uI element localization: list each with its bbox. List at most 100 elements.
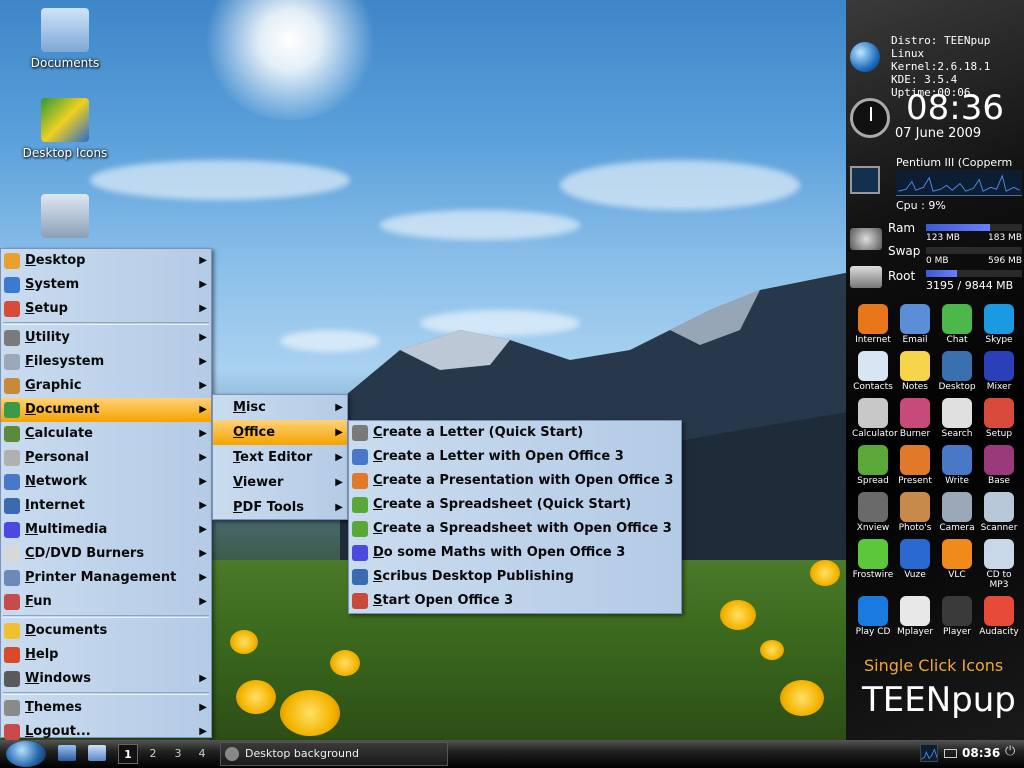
write-icon [942,445,972,475]
desktop-icon-documents[interactable]: Documents [10,8,120,70]
app-launcher-scanner[interactable]: Scanner [978,492,1020,533]
menu-item-internet[interactable]: Internet ▶ [1,494,211,518]
menu-item-calculate[interactable]: Calculate ▶ [1,422,211,446]
desktop-icon [942,351,972,381]
office-item-create-a-letter-with-open-office-3[interactable]: Create a Letter with Open Office 3 [349,445,681,469]
menu-item-setup[interactable]: Setup ▶ [1,297,211,321]
app-launcher-spread[interactable]: Spread [852,445,894,486]
app-launcher-base[interactable]: Base [978,445,1020,486]
submenu-arrow-icon: ▶ [199,524,207,535]
office-item-start-open-office-3[interactable]: Start Open Office 3 [349,589,681,613]
desktop-icon-settings[interactable] [10,194,120,242]
submenu-item-viewer[interactable]: Viewer ▶ [213,470,347,495]
app-launcher-vuze[interactable]: Vuze [894,539,936,590]
taskbar-clock[interactable]: 08:36 [962,746,1000,760]
app-launcher-vlc[interactable]: VLC [936,539,978,590]
app-launcher-desktop[interactable]: Desktop [936,351,978,392]
desktop-icon-desktop-icons[interactable]: Desktop Icons [10,98,120,160]
app-label: Email [902,335,928,345]
menu-item-help[interactable]: Help [1,643,211,667]
app-launcher-write[interactable]: Write [936,445,978,486]
app-launcher-calculator[interactable]: Calculator [852,398,898,439]
desktop-switch-2[interactable]: 2 [143,744,163,764]
menu-item-hotkey: F [25,594,34,609]
file-manager-icon[interactable] [88,745,106,761]
menu-item-personal[interactable]: Personal ▶ [1,446,211,470]
app-label: Camera [939,523,975,533]
wallpaper-flower [720,600,756,630]
desktop-switch-1[interactable]: 1 [118,744,138,764]
app-launcher-contacts[interactable]: Contacts [852,351,894,392]
menu-item-network[interactable]: Network ▶ [1,470,211,494]
app-launcher-audacity[interactable]: Audacity [978,596,1020,637]
submenu-item-misc[interactable]: Misc ▶ [213,395,347,420]
k-menu: Desktop ▶ System ▶ Setup ▶ Utility ▶ Filesystem ▶… [0,248,212,740]
app-launcher-photo-s[interactable]: Photo's [894,492,936,533]
app-launcher-email[interactable]: Email [894,304,936,345]
office-item-scribus-desktop-publishing[interactable]: Scribus Desktop Publishing [349,565,681,589]
app-launcher-notes[interactable]: Notes [894,351,936,392]
windows-icon [4,671,20,687]
app-label: Spread [857,476,889,486]
app-launcher-chat[interactable]: Chat [936,304,978,345]
k-menu-button[interactable] [6,741,46,767]
menu-item-documents[interactable]: Documents [1,619,211,643]
menu-item-system[interactable]: System ▶ [1,273,211,297]
mplayer-icon [900,596,930,626]
menu-item-hotkey: C [373,425,383,440]
submenu-arrow-icon: ▶ [199,572,207,583]
app-launcher-frostwire[interactable]: Frostwire [852,539,894,590]
menu-item-cd-dvd-burners[interactable]: CD/DVD Burners ▶ [1,542,211,566]
office-item-create-a-spreadsheet-quick-start[interactable]: Create a Spreadsheet (Quick Start) [349,493,681,517]
menu-item-printer-management[interactable]: Printer Management ▶ [1,566,211,590]
app-launcher-xnview[interactable]: Xnview [852,492,894,533]
menu-item-document[interactable]: Document ▶ [1,398,211,422]
office-item-create-a-presentation-with-open-office-3[interactable]: Create a Presentation with Open Office 3 [349,469,681,493]
app-launcher-mixer[interactable]: Mixer [978,351,1020,392]
app-launcher-setup[interactable]: Setup [978,398,1020,439]
menu-item-graphic[interactable]: Graphic ▶ [1,374,211,398]
app-launcher-burner[interactable]: Burner [894,398,936,439]
menu-item-multimedia[interactable]: Multimedia ▶ [1,518,211,542]
photo-s-icon [900,492,930,522]
office-item-do-some-maths-with-open-office-3[interactable]: Do some Maths with Open Office 3 [349,541,681,565]
desktop-switch-3[interactable]: 3 [168,744,188,764]
wallpaper-flower [780,680,824,716]
submenu-item-pdf-tools[interactable]: PDF Tools ▶ [213,495,347,520]
app-launcher-search[interactable]: Search [936,398,978,439]
tray-cpu-graph-icon[interactable] [920,744,938,762]
menu-item-hotkey: C [25,426,35,441]
app-launcher-internet[interactable]: Internet [852,304,894,345]
app-label: Vuze [904,570,926,580]
app-launcher-present[interactable]: Present [894,445,936,486]
submenu-item-office[interactable]: Office ▶ [213,420,347,445]
menu-item-utility[interactable]: Utility ▶ [1,326,211,350]
mail-icon[interactable] [944,749,957,758]
app-label: Play CD [855,627,891,637]
office-item-create-a-letter-quick-start[interactable]: Create a Letter (Quick Start) [349,421,681,445]
submenu-item-text-editor[interactable]: Text Editor ▶ [213,445,347,470]
menu-item-themes[interactable]: Themes ▶ [1,696,211,720]
taskbar-task-desktop-background[interactable]: Desktop background [220,742,448,766]
app-launcher-player[interactable]: Player [936,596,978,637]
menu-item-windows[interactable]: Windows ▶ [1,667,211,691]
calculate-icon [4,426,20,442]
menu-item-fun[interactable]: Fun ▶ [1,590,211,614]
menu-item-desktop[interactable]: Desktop ▶ [1,249,211,273]
menu-item-hotkey: G [25,378,36,393]
swap-bar [926,247,1022,254]
app-launcher-cd-to-mp3[interactable]: CD to MP3 [978,539,1020,590]
app-launcher-camera[interactable]: Camera [936,492,978,533]
logout-icon[interactable]: ⏻ [1005,744,1021,762]
filesystem-icon [4,354,20,370]
show-desktop-icon[interactable] [58,745,76,761]
office-item-create-a-spreadsheet-with-open-office-3[interactable]: Create a Spreadsheet with Open Office 3 [349,517,681,541]
menu-item-hotkey: D [25,253,36,268]
desktop-switch-4[interactable]: 4 [192,744,212,764]
menu-item-filesystem[interactable]: Filesystem ▶ [1,350,211,374]
office-submenu: Create a Letter (Quick Start) Create a Le… [348,420,682,614]
root-bar-fill [926,270,957,277]
app-launcher-play-cd[interactable]: Play CD [852,596,894,637]
app-launcher-mplayer[interactable]: Mplayer [894,596,936,637]
app-launcher-skype[interactable]: Skype [978,304,1020,345]
